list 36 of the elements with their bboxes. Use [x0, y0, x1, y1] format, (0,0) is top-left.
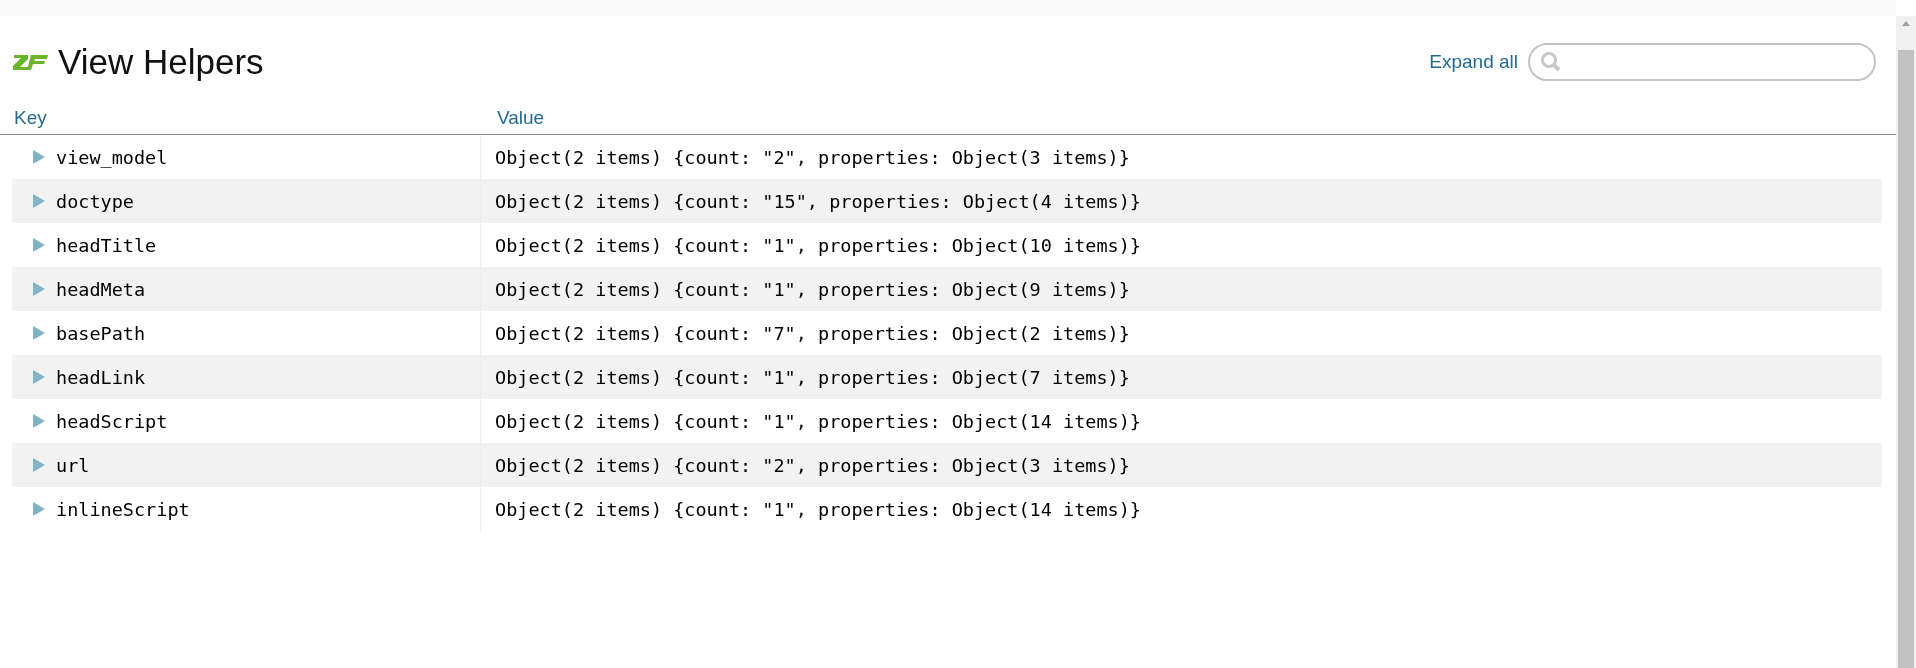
- value-text: Object(2 items) {count: "2", properties: Object(3 items)}: [494, 454, 1130, 476]
- right-triangle-icon[interactable]: [32, 413, 46, 429]
- right-triangle-icon[interactable]: [32, 369, 46, 385]
- value-text: Object(2 items) {count: "1", properties: Object(9 items)}: [494, 278, 1130, 300]
- key-text: basePath: [56, 322, 146, 344]
- key-text: doctype: [56, 190, 134, 212]
- column-header[interactable]: Key: [0, 107, 483, 129]
- value-text: Object(2 items) {count: "7", properties: Object(2 items)}: [494, 322, 1130, 344]
- value-text: Object(2 items) {count: "15", properties: Object(4 items)}: [494, 190, 1141, 212]
- key-text: headTitle: [56, 234, 157, 256]
- expand-all-link[interactable]: Expand all: [1429, 51, 1518, 73]
- logo-icon: [12, 52, 50, 72]
- value-text: Object(2 items) {count: "1", properties: Object(14 items)}: [494, 410, 1141, 432]
- right-triangle-icon[interactable]: [32, 281, 46, 297]
- value-text: Object(2 items) {count: "1", properties: Object(14 items)}: [494, 498, 1141, 520]
- scrollbar[interactable]: [1896, 16, 1916, 668]
- key-text: headLink: [56, 366, 146, 388]
- key-text: view_model: [56, 146, 168, 168]
- key-text: headScript: [56, 410, 168, 432]
- value-text: Object(2 items) {count: "1", properties: Object(7 items)}: [494, 366, 1130, 388]
- page-title: View Helpers: [58, 42, 265, 82]
- right-triangle-icon[interactable]: [32, 149, 46, 165]
- right-triangle-icon[interactable]: [32, 193, 46, 209]
- column-header[interactable]: Value: [483, 107, 545, 129]
- right-triangle-icon[interactable]: [32, 501, 46, 517]
- search-field[interactable]: [1528, 43, 1876, 81]
- value-text: Object(2 items) {count: "1", properties: Object(10 items)}: [494, 234, 1141, 256]
- right-triangle-icon[interactable]: [32, 325, 46, 341]
- right-triangle-icon[interactable]: [32, 457, 46, 473]
- value-text: Object(2 items) {count: "2", properties: Object(3 items)}: [494, 146, 1130, 168]
- key-text: url: [56, 454, 90, 476]
- scrollbar-thumb[interactable]: [1898, 50, 1914, 668]
- right-triangle-icon[interactable]: [32, 237, 46, 253]
- key-text: inlineScript: [56, 498, 190, 520]
- key-text: headMeta: [56, 278, 146, 300]
- search-icon: [1540, 51, 1562, 73]
